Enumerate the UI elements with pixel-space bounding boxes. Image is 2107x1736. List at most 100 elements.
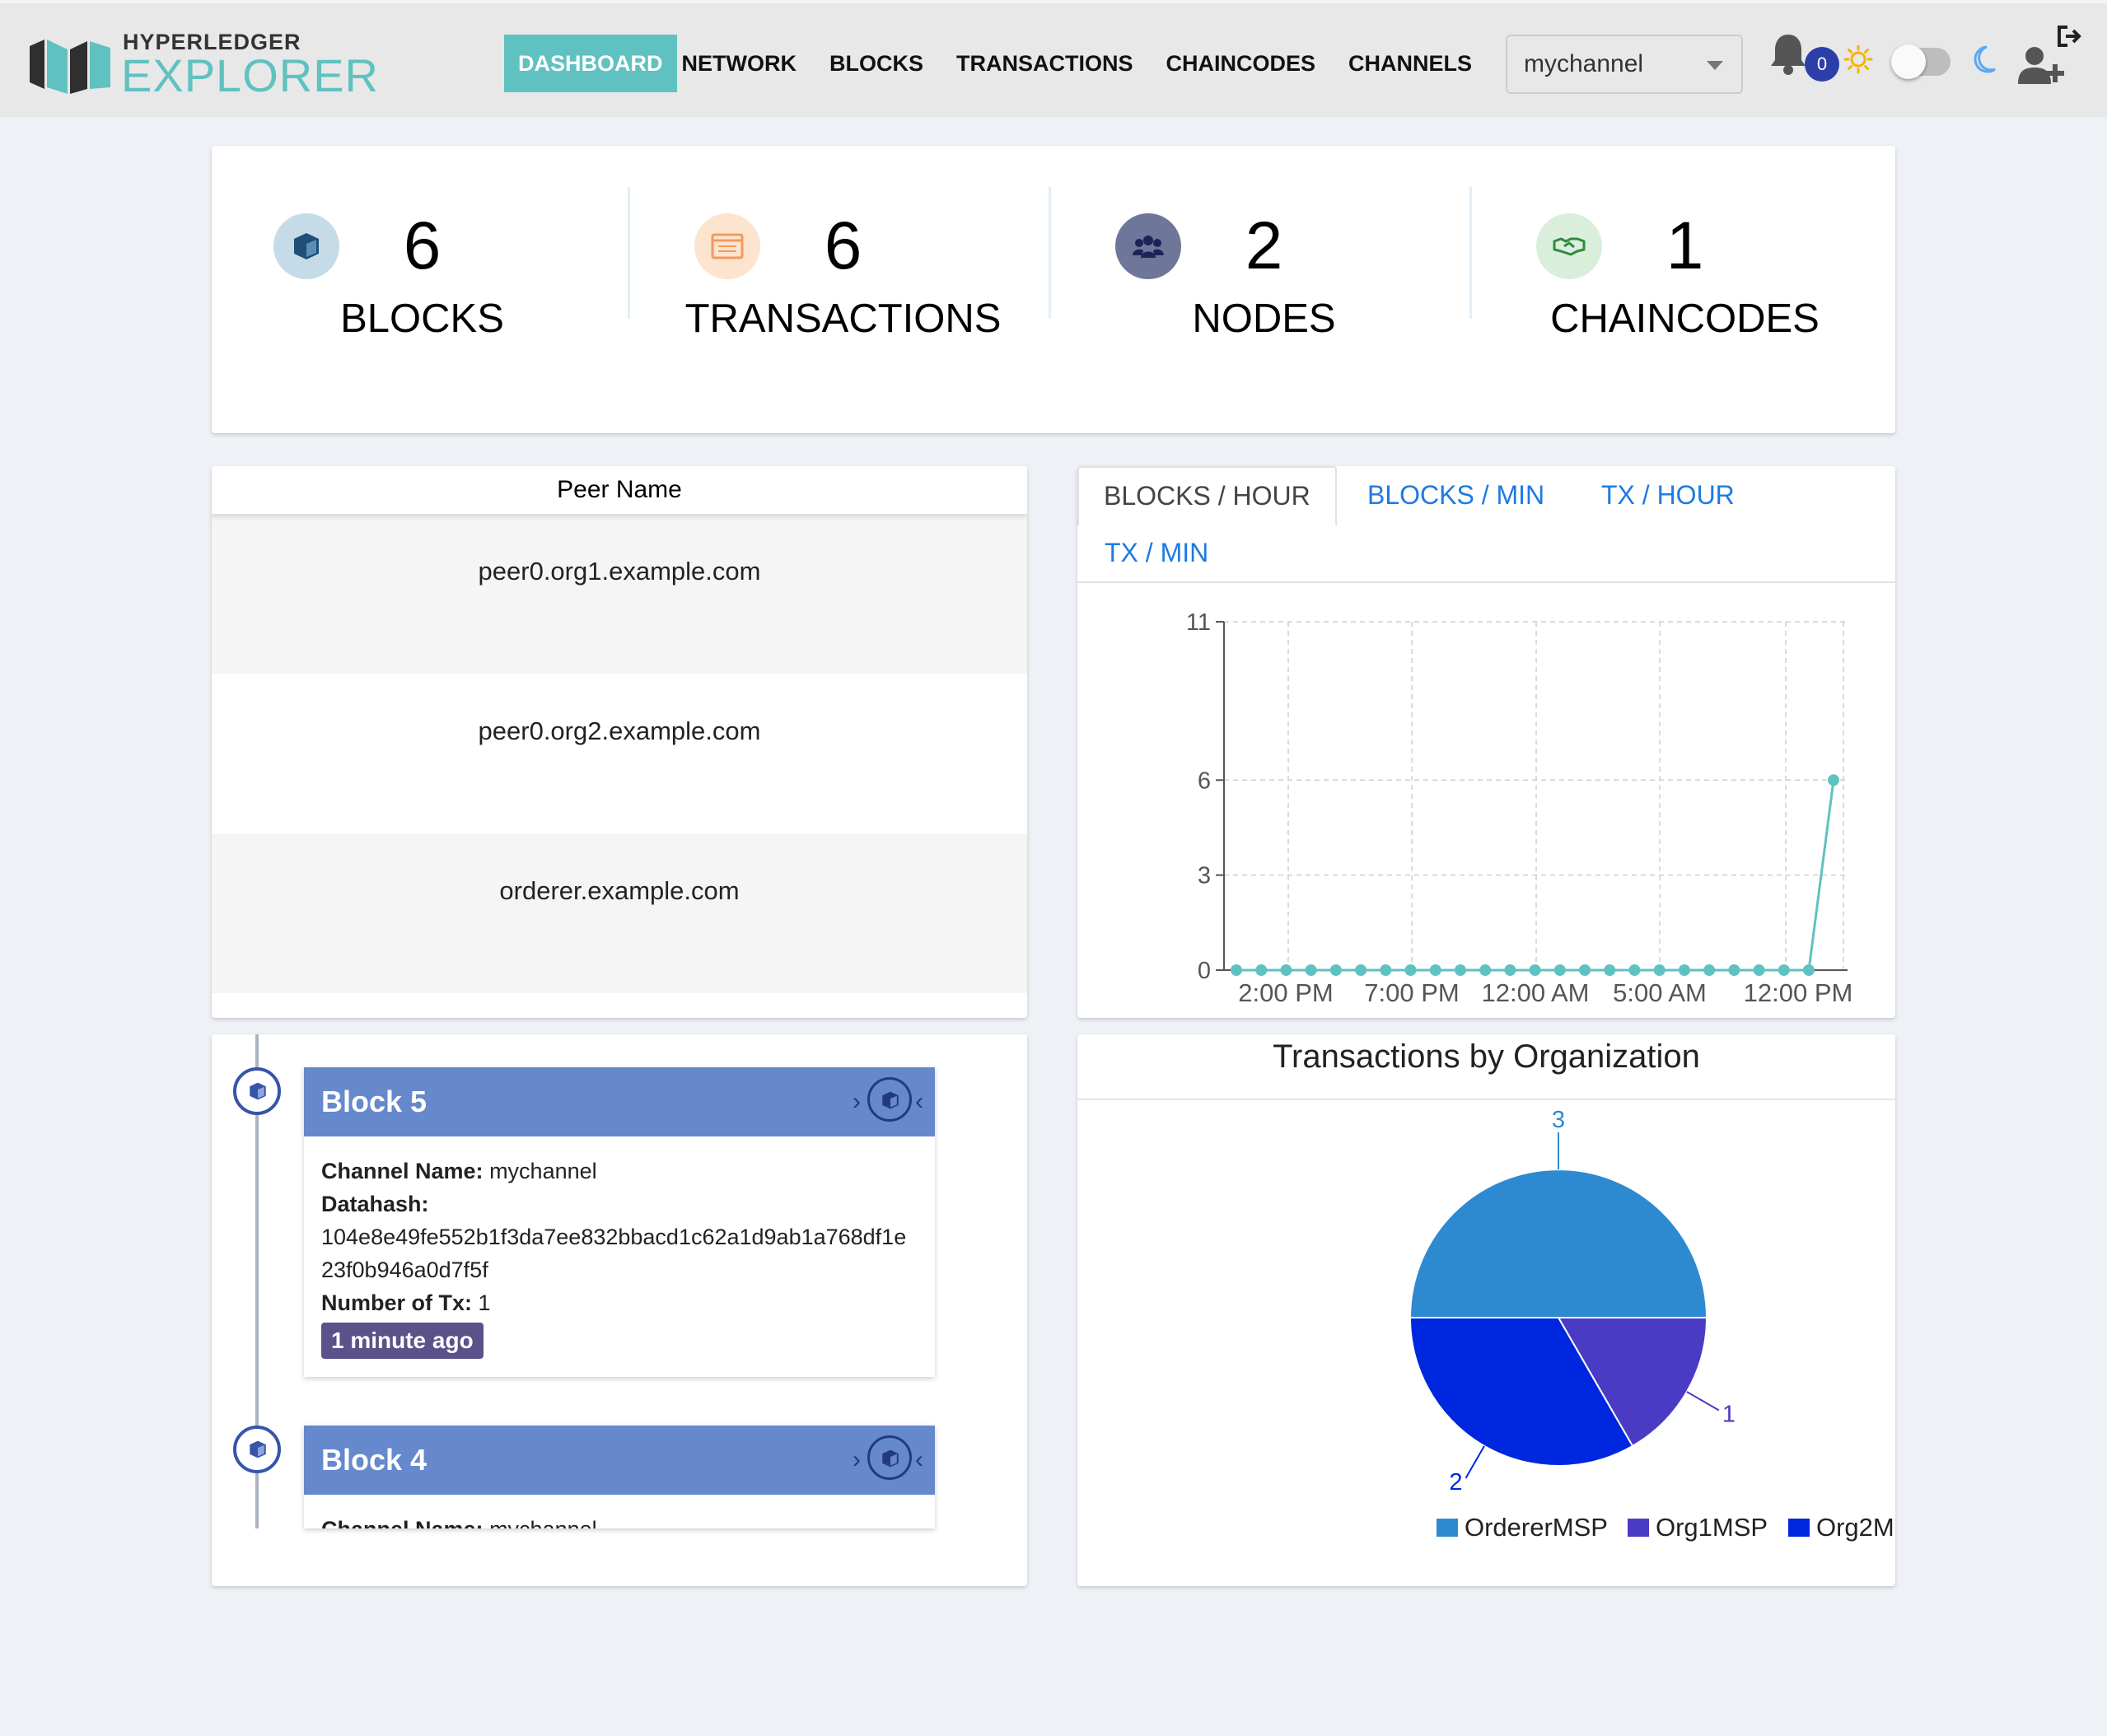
nav-chaincodes[interactable]: CHAINCODES	[1166, 35, 1315, 92]
block-card[interactable]: Block 4 › ‹ Channel Name: mychannel	[304, 1426, 935, 1528]
channel-select[interactable]: mychannel	[1506, 35, 1743, 94]
block-card-body: Channel Name: mychannel Datahash: 104e8e…	[304, 1136, 935, 1377]
tabs-divider	[1077, 581, 1895, 583]
main-nav: DASHBOARD NETWORK BLOCKS TRANSACTIONS CH…	[504, 35, 1505, 92]
data-point[interactable]	[1479, 964, 1492, 976]
block-detail-icon[interactable]	[867, 1077, 912, 1122]
stat-chaincodes: 1 CHAINCODES	[1474, 146, 1895, 433]
sun-icon[interactable]	[1843, 44, 1873, 74]
data-point[interactable]	[1355, 964, 1367, 976]
theme-toggle[interactable]	[1891, 44, 1950, 79]
bell-icon[interactable]	[1769, 33, 1807, 76]
data-point[interactable]	[1380, 964, 1392, 976]
nav-network[interactable]: NETWORK	[682, 35, 797, 92]
x-tick-label: 12:00 PM	[1744, 978, 1853, 1007]
peer-name: orderer.example.com	[499, 876, 740, 905]
legend-label[interactable]: Org1MSP	[1656, 1513, 1768, 1542]
block-title: Block 4	[321, 1443, 427, 1477]
stat-blocks: 6 BLOCKS	[212, 146, 633, 433]
peer-name-column-header[interactable]: Peer Name	[212, 466, 1027, 514]
block-time-badge: 1 minute ago	[321, 1323, 484, 1359]
data-point[interactable]	[1753, 964, 1765, 976]
data-point[interactable]	[1454, 964, 1466, 976]
cube-icon	[882, 1449, 899, 1468]
data-point[interactable]	[1604, 964, 1616, 976]
logout-icon[interactable]	[2056, 25, 2082, 48]
nav-transactions[interactable]: TRANSACTIONS	[956, 35, 1133, 92]
chevron-right-icon: ›	[853, 1446, 861, 1473]
nav-channels[interactable]: CHANNELS	[1348, 35, 1472, 92]
peer-name: peer0.org2.example.com	[478, 716, 761, 745]
legend-swatch	[1788, 1519, 1810, 1537]
cube-icon	[882, 1091, 899, 1109]
nav-blocks[interactable]: BLOCKS	[829, 35, 923, 92]
data-point[interactable]	[1579, 964, 1591, 976]
cube-icon	[250, 1082, 266, 1100]
chevron-left-icon: ‹	[915, 1446, 923, 1473]
stat-nodes: 2 NODES	[1054, 146, 1474, 433]
channel-name-row: Channel Name: mychannel	[321, 1155, 918, 1188]
data-point[interactable]	[1329, 964, 1342, 976]
timeline-block-icon	[233, 1067, 281, 1115]
data-point[interactable]	[1255, 964, 1268, 976]
tx-count-value: 1	[478, 1290, 491, 1315]
add-user-icon[interactable]	[2016, 46, 2067, 84]
data-point[interactable]	[1803, 964, 1815, 976]
data-point[interactable]	[1553, 964, 1566, 976]
data-point[interactable]	[1429, 964, 1441, 976]
nav-dashboard[interactable]: DASHBOARD	[504, 35, 677, 92]
chart-title: Transactions by Organization	[1077, 1034, 1895, 1100]
stat-chaincodes-label: CHAINCODES	[1550, 296, 1820, 341]
channel-name-value: mychannel	[489, 1159, 597, 1183]
blocks-per-hour-line-chart: 0 3 6 11 2:00 PM 7:00 PM 12:00 AM 5:00 AM 12:00 …	[1186, 609, 1853, 1007]
stats-summary-card: 6 BLOCKS 6 TRANSACTIONS 2 NODES 1 CHAINC…	[212, 146, 1895, 433]
timeline-block-icon	[233, 1426, 281, 1473]
pie-value-label: 3	[1552, 1107, 1565, 1133]
y-tick-label: 11	[1186, 609, 1211, 636]
hyperledger-explorer-logo[interactable]: HYPERLEDGER EXPLORER	[30, 30, 378, 100]
y-tick-label: 3	[1198, 863, 1211, 889]
x-tick-label: 12:00 AM	[1482, 978, 1590, 1007]
pie-slice[interactable]	[1409, 1169, 1708, 1318]
moon-icon[interactable]	[1974, 44, 1997, 74]
data-point[interactable]	[1529, 964, 1541, 976]
top-navbar: HYPERLEDGER EXPLORER DASHBOARD NETWORK B…	[0, 0, 2107, 117]
legend-label[interactable]: OrdererMSP	[1465, 1513, 1608, 1542]
pie-value-label: 1	[1722, 1402, 1736, 1428]
transactions-by-org-card: Transactions by Organization 3 1 2 OrdererM…	[1077, 1034, 1895, 1586]
data-point[interactable]	[1728, 964, 1740, 976]
data-point[interactable]	[1653, 964, 1666, 976]
data-point[interactable]	[1305, 964, 1317, 976]
logo-text-explorer: EXPLORER	[121, 49, 379, 101]
stat-transactions-label: TRANSACTIONS	[684, 296, 1002, 341]
datahash-value: 104e8e49fe552b1f3da7ee832bbacd1c62a1d9ab…	[321, 1225, 907, 1282]
peer-row[interactable]: orderer.example.com	[212, 833, 1027, 993]
tx-count-label: Number of Tx:	[321, 1290, 473, 1315]
tab-tx-per-min[interactable]: TX / MIN	[1105, 538, 1208, 568]
block-timeline-card: Block 5 › ‹ Channel Name: mychannel Data…	[212, 1034, 1027, 1586]
x-tick-label: 2:00 PM	[1238, 978, 1333, 1007]
stat-divider	[628, 187, 630, 319]
tab-blocks-per-hour[interactable]: BLOCKS / HOUR	[1077, 466, 1337, 526]
data-point[interactable]	[1828, 774, 1839, 786]
data-point[interactable]	[1678, 964, 1690, 976]
stat-chaincodes-value: 1	[1666, 208, 1704, 283]
data-point[interactable]	[1504, 964, 1516, 976]
tab-blocks-per-min[interactable]: BLOCKS / MIN	[1367, 480, 1544, 511]
data-point[interactable]	[1231, 964, 1242, 976]
data-point[interactable]	[1628, 964, 1641, 976]
data-point[interactable]	[1280, 964, 1292, 976]
data-point[interactable]	[1778, 964, 1790, 976]
block-detail-icon[interactable]	[867, 1435, 912, 1480]
channel-select-value: mychannel	[1524, 50, 1644, 77]
legend-label[interactable]: Org2M	[1816, 1513, 1894, 1542]
peer-row[interactable]: peer0.org2.example.com	[212, 674, 1027, 833]
block-card[interactable]: Block 5 › ‹ Channel Name: mychannel Data…	[304, 1067, 935, 1377]
y-tick-label: 6	[1198, 768, 1211, 794]
pie-leader-line	[1686, 1391, 1720, 1412]
peer-row[interactable]: peer0.org1.example.com	[212, 514, 1027, 674]
data-point[interactable]	[1404, 964, 1417, 976]
tab-tx-per-hour[interactable]: TX / HOUR	[1601, 480, 1735, 511]
tx-count-row: Number of Tx: 1	[321, 1286, 918, 1319]
data-point[interactable]	[1703, 964, 1716, 976]
